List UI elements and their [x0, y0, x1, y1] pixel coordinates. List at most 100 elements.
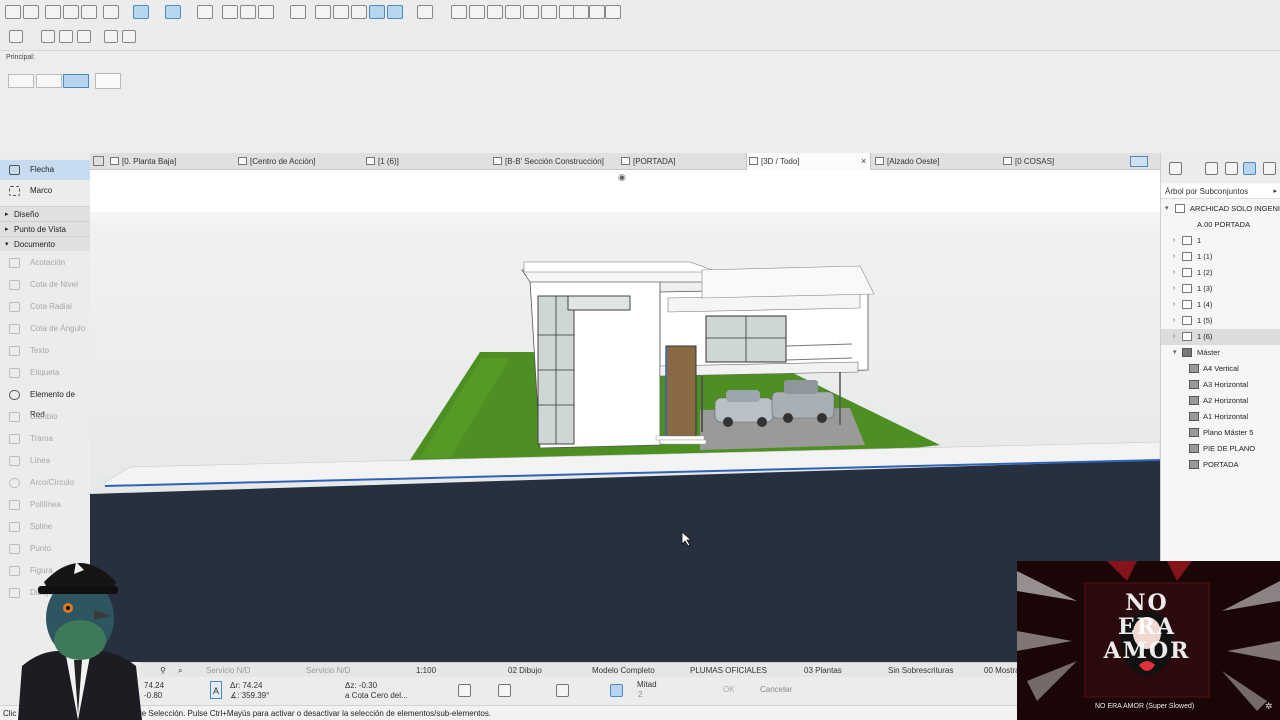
tree-item[interactable]: A1 Horizontal — [1161, 409, 1280, 425]
tool-trama[interactable]: Trama — [0, 429, 90, 449]
layer-combination-selector[interactable]: 02 Dibujo — [508, 663, 542, 678]
tree-item[interactable]: Plano Máster 5 — [1161, 425, 1280, 441]
navigator-popup-icon[interactable] — [1169, 162, 1182, 175]
publish-icon[interactable] — [589, 5, 605, 19]
walk-icon[interactable]: ⚲ — [160, 663, 166, 678]
layout-book-icon[interactable] — [1243, 162, 1256, 175]
navigator-dropdown[interactable]: Árbol por Subconjuntos ▸ — [1161, 184, 1280, 199]
section-icon[interactable] — [333, 5, 349, 19]
tab-1-6[interactable]: [1 (6)] — [364, 153, 399, 170]
tree-root[interactable]: ▾ ARCHICAD SOLO INGENIERIA — [1161, 201, 1280, 217]
scissors-icon[interactable] — [451, 5, 467, 19]
override-selector[interactable]: Sin Sobrescrituras — [888, 663, 953, 678]
teamwork-icon[interactable] — [605, 5, 621, 19]
section-diseno[interactable]: Diseño — [0, 206, 90, 222]
redo-icon[interactable] — [23, 5, 39, 19]
tab-planta-baja[interactable]: [0. Planta Baja] — [108, 153, 176, 170]
tool-spline[interactable]: Spline — [0, 517, 90, 537]
tool-texto[interactable]: Texto — [0, 341, 90, 361]
tab-alzado-oeste[interactable]: [Alzado Oeste] — [873, 153, 939, 170]
tool-cota-radial[interactable]: Cota Radial — [0, 297, 90, 317]
servicio-1[interactable]: Servicio N/D — [206, 663, 250, 678]
settings-icon[interactable]: ✲ — [1265, 701, 1273, 712]
wall-icon[interactable] — [222, 5, 238, 19]
tool-marco[interactable]: Marco — [0, 181, 90, 201]
tree-folder-master[interactable]: ▾ Máster — [1161, 345, 1280, 361]
layers-icon[interactable] — [315, 5, 331, 19]
tool-acotacion[interactable]: Acotación — [0, 253, 90, 273]
detail-icon[interactable] — [77, 30, 91, 43]
offset-icon[interactable] — [541, 5, 557, 19]
tab-centro-de-accion[interactable]: [Centro de Acción] — [236, 153, 315, 170]
snap-mode[interactable]: Mitad — [637, 680, 657, 689]
magic-wand-icon[interactable] — [469, 5, 485, 19]
tool-arco-circulo[interactable]: Arco/Círculo — [0, 473, 90, 493]
eye-icon[interactable]: ◉ — [618, 172, 626, 183]
split-icon[interactable] — [505, 5, 521, 19]
tree-item[interactable]: PIE DE PLANO — [1161, 441, 1280, 457]
snap-guide-icon[interactable] — [610, 684, 623, 697]
tree-item[interactable]: › 1 (2) — [1161, 265, 1280, 281]
guide-lines-icon[interactable] — [133, 5, 149, 19]
tab-menu-icon[interactable] — [1130, 156, 1148, 167]
tab-portada[interactable]: [PORTADA] — [619, 153, 675, 170]
snap-guides-icon[interactable] — [165, 5, 181, 19]
tool-elemento-de-red[interactable]: Elemento de Red — [0, 385, 90, 419]
tab-seccion-construccion[interactable]: [B-B' Sección Construcción] — [491, 153, 604, 170]
layout-icon[interactable] — [59, 30, 73, 43]
rotate-button[interactable] — [63, 74, 89, 88]
flag-icon[interactable] — [573, 5, 589, 19]
ok-button[interactable]: OK — [723, 685, 735, 694]
3d-explore-icon[interactable] — [369, 5, 385, 19]
tool-cambio[interactable]: Cambio — [0, 407, 90, 427]
render-icon[interactable] — [417, 5, 433, 19]
slab-icon[interactable] — [258, 5, 274, 19]
intersect-icon[interactable] — [523, 5, 539, 19]
inject-icon[interactable] — [63, 5, 79, 19]
tree-item[interactable]: › 1 (1) — [1161, 249, 1280, 265]
geometry-method-button[interactable] — [8, 74, 34, 88]
tab-overview-icon[interactable] — [93, 156, 104, 166]
link-icon[interactable] — [104, 30, 118, 43]
renovation-selector[interactable]: 03 Plantas — [804, 663, 842, 678]
snap-icon[interactable] — [458, 684, 471, 697]
tree-item-selected[interactable]: › 1 (6) — [1161, 329, 1280, 345]
tree-item[interactable]: A4 Vertical — [1161, 361, 1280, 377]
trim-icon[interactable] — [487, 5, 503, 19]
tree-item[interactable]: › 1 (3) — [1161, 281, 1280, 297]
tab-3d-todo[interactable]: [3D / Todo] × — [746, 153, 871, 170]
tree-item[interactable]: PORTADA — [1161, 457, 1280, 473]
reference-value[interactable]: a Cota Cero del... — [345, 691, 408, 700]
tool-linea[interactable]: Línea — [0, 451, 90, 471]
grid-snap-icon[interactable] — [197, 5, 213, 19]
floor-plan-icon[interactable] — [9, 30, 23, 43]
scale-selector[interactable]: 1:100 — [416, 663, 436, 678]
project-map-icon[interactable] — [1205, 162, 1218, 175]
orbit-icon[interactable] — [387, 5, 403, 19]
column-icon[interactable] — [240, 5, 256, 19]
pointer-icon[interactable] — [95, 73, 121, 89]
pick-up-icon[interactable] — [45, 5, 61, 19]
tool-cota-de-angulo[interactable]: Cota de Ángulo — [0, 319, 90, 339]
tool-polilinea[interactable]: Polilínea — [0, 495, 90, 515]
tree-item[interactable]: A3 Horizontal — [1161, 377, 1280, 393]
section-punto-de-vista[interactable]: Punto de Vista — [0, 221, 90, 237]
close-tab-icon[interactable]: × — [861, 153, 866, 170]
tree-item[interactable]: › 1 — [1161, 233, 1280, 249]
tab-0-cosas[interactable]: [0 COSAS] — [1001, 153, 1054, 170]
zoom-icon[interactable]: ⌕ — [178, 663, 182, 678]
view-map-icon[interactable] — [1225, 162, 1238, 175]
tool-cota-de-nivel[interactable]: Cota de Nivel — [0, 275, 90, 295]
construction-method-button[interactable] — [36, 74, 62, 88]
hotlink-icon[interactable] — [122, 30, 136, 43]
pen-set-selector[interactable]: PLUMAS OFICIALES — [690, 663, 767, 678]
check-icon[interactable] — [498, 684, 511, 697]
servicio-2[interactable]: Servicio N/D — [306, 663, 350, 678]
text-style-icon[interactable]: A — [210, 681, 222, 699]
measure-icon[interactable] — [556, 684, 569, 697]
tree-item[interactable]: › 1 (4) — [1161, 297, 1280, 313]
model-view-selector[interactable]: Modelo Completo — [592, 663, 655, 678]
tree-item[interactable]: A.00 PORTADA — [1161, 217, 1280, 233]
tree-item[interactable]: A2 Horizontal — [1161, 393, 1280, 409]
elevation-icon[interactable] — [351, 5, 367, 19]
